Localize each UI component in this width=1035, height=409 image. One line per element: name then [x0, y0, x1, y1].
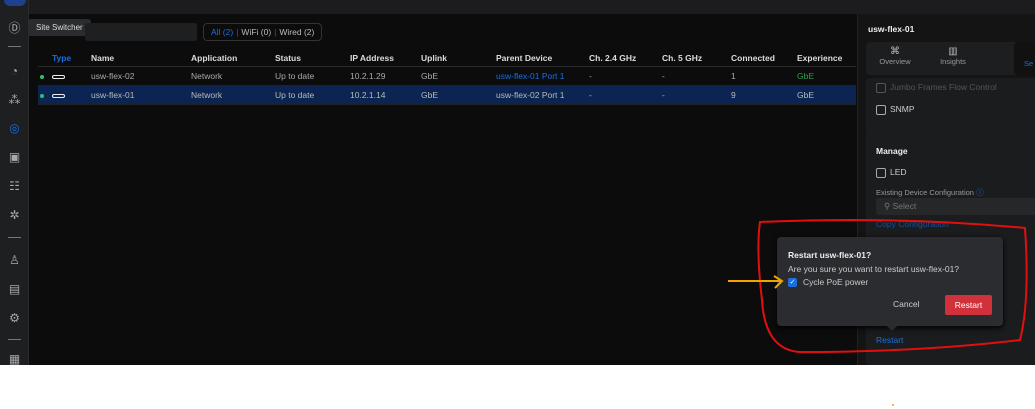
arrow-annotation	[728, 275, 784, 289]
annotation-overlay	[728, 219, 1028, 406]
red-circle-annotation	[757, 219, 1028, 354]
stray-mark	[892, 404, 894, 406]
